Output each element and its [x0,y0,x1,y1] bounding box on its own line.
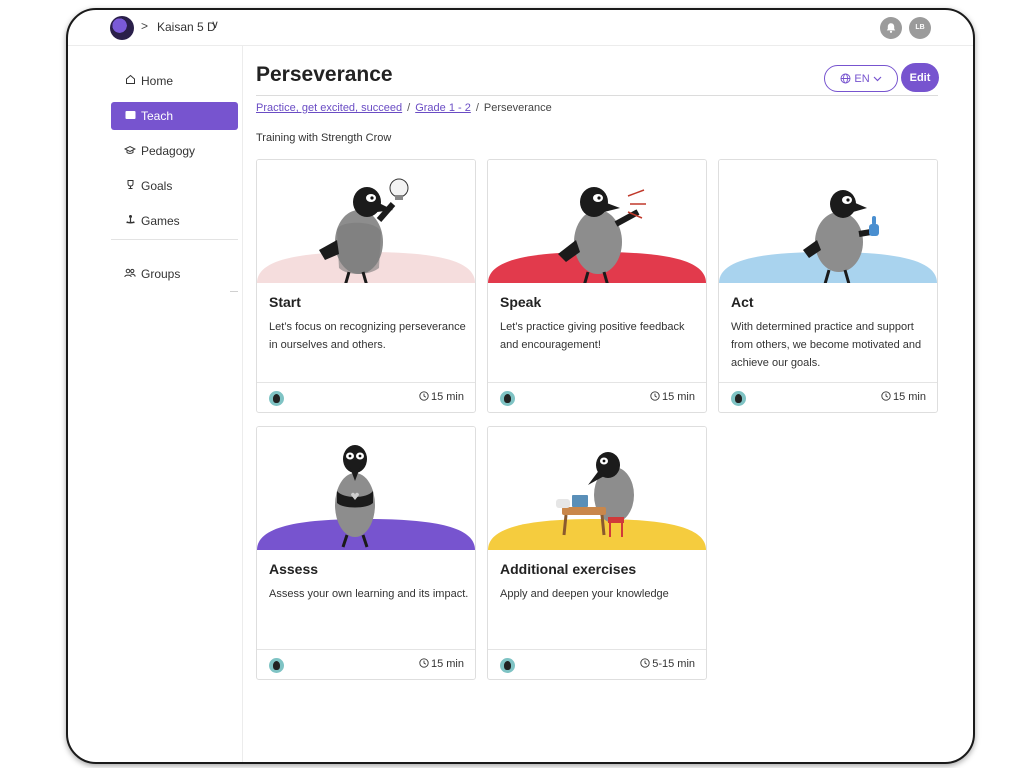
page-subtitle: Training with Strength Crow [256,132,392,144]
card-footer: 5-15 min [488,649,706,679]
sidebar-divider [111,239,238,240]
top-bar: > Kaisan 5 D ∨ LB [68,10,973,46]
bell-icon[interactable] [880,17,902,39]
card-title: Speak [500,294,542,310]
crow-avatar-icon [500,391,515,406]
lesson-card-assess[interactable]: Assess Assess your own learning and its … [256,426,476,680]
duration-label: 15 min [892,391,926,403]
sidebar-item-pedagogy[interactable]: Pedagogy [111,137,238,165]
card-title: Act [731,294,754,310]
card-description: With determined practice and support fro… [731,321,922,369]
card-footer: 15 min [257,382,475,412]
sidebar-item-goals[interactable]: Goals [111,172,238,200]
lesson-card-speak[interactable]: Speak Let’s practice giving positive fee… [487,159,707,413]
lesson-card-additional-exercises[interactable]: Additional exercises Apply and deepen yo… [487,426,707,680]
card-footer: 15 min [257,649,475,679]
breadcrumb-link-grade[interactable]: Grade 1 - 2 [415,102,471,114]
breadcrumb-separator: / [407,102,411,114]
sidebar-item-label: Pedagogy [141,144,196,158]
card-title: Assess [269,561,319,577]
page-title: Perseverance [256,63,393,86]
sidebar-item-label: Teach [141,109,174,123]
breadcrumb: Practice, get excited, succeed / Grade 1 -… [256,102,552,114]
card-duration: 15 min [881,391,926,403]
clock-icon [419,391,429,401]
chevron-down-icon[interactable]: ∨ [211,18,219,31]
crow-avatar-icon [500,658,515,673]
card-duration: 15 min [419,658,464,670]
globe-icon [840,73,851,84]
org-logo-icon[interactable] [110,16,134,40]
trophy-icon [123,179,137,193]
language-label: EN [854,72,870,85]
card-description: Let’s focus on recognizing perseverance … [269,321,466,351]
graduation-cap-icon [123,145,137,158]
crow-avatar-icon [269,658,284,673]
crow-avatar-icon [269,391,284,406]
breadcrumb-link-course[interactable]: Practice, get excited, succeed [256,102,402,114]
sidebar-collapse-handle[interactable] [230,291,238,292]
duration-label: 15 min [661,391,695,403]
card-footer: 15 min [488,382,706,412]
card-description: Assess your own learning and its impact. [269,588,469,600]
home-icon [123,74,137,88]
card-duration: 5-15 min [640,658,695,670]
card-footer: 15 min [719,382,937,412]
card-duration: 15 min [650,391,695,403]
sidebar-item-label: Groups [141,267,181,281]
joystick-icon [123,214,137,228]
title-divider [256,95,938,96]
crow-avatar-icon [731,391,746,406]
app-window: > Kaisan 5 D ∨ LB Home Teach Pedagogy Go… [66,8,975,764]
chevron-down-icon [873,76,882,81]
breadcrumb-current: Perseverance [483,102,552,114]
card-title: Additional exercises [500,561,637,577]
sidebar-item-label: Goals [141,179,173,193]
duration-label: 15 min [430,658,464,670]
card-title: Start [269,294,301,310]
clock-icon [640,658,650,668]
card-description: Let’s practice giving positive feedback … [500,321,685,351]
chevron-right-icon: > [141,19,149,33]
user-avatar[interactable]: LB [909,17,931,39]
breadcrumb-separator: / [475,102,479,114]
clock-icon [419,658,429,668]
groups-icon [123,268,137,281]
crow-lightbulb-illustration [257,160,475,283]
lesson-card-act[interactable]: Act With determined practice and support… [718,159,938,413]
edit-button[interactable]: Edit [901,63,939,92]
lesson-card-start[interactable]: Start Let’s focus on recognizing perseve… [256,159,476,413]
crow-speaking-illustration [488,160,706,283]
org-switcher-label[interactable]: Kaisan 5 D [157,20,216,34]
sidebar: Home Teach Pedagogy Goals Games Groups [68,46,243,762]
card-description: Apply and deepen your knowledge [500,588,669,600]
crow-heart-illustration [257,427,475,550]
book-icon [123,110,137,123]
clock-icon [881,391,891,401]
card-duration: 15 min [419,391,464,403]
duration-label: 15 min [430,391,464,403]
sidebar-item-games[interactable]: Games [111,207,238,235]
clock-icon [650,391,660,401]
crow-desk-illustration [488,427,706,550]
crow-thumbs-up-illustration [719,160,937,283]
language-selector[interactable]: EN [824,65,898,92]
sidebar-item-teach[interactable]: Teach [111,102,238,130]
sidebar-item-label: Games [141,214,180,228]
sidebar-item-groups[interactable]: Groups [111,260,238,288]
duration-label: 5-15 min [652,658,695,670]
sidebar-item-label: Home [141,74,174,88]
sidebar-item-home[interactable]: Home [111,67,238,95]
